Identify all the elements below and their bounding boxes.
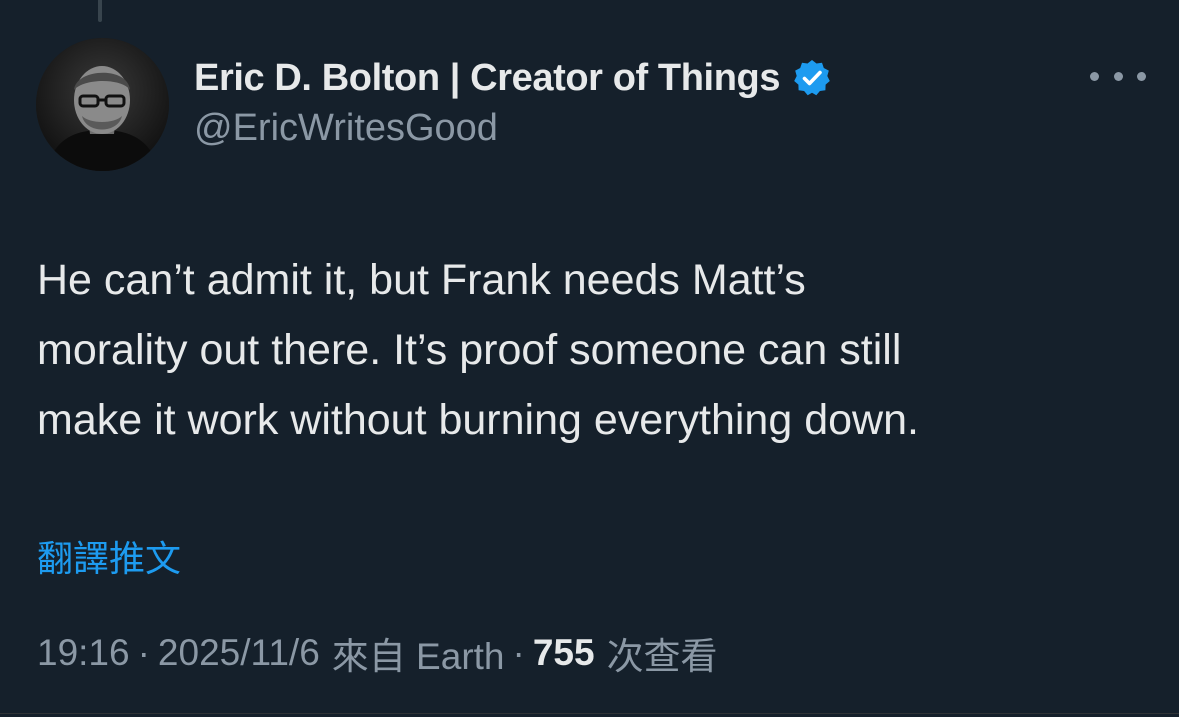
profile-photo-icon bbox=[36, 38, 169, 171]
thread-connector-line bbox=[98, 0, 102, 22]
verified-badge-icon bbox=[792, 58, 832, 98]
more-dot bbox=[1137, 71, 1146, 81]
tweet-text-line: He can’t admit it, but Frank needs Matt’… bbox=[37, 256, 806, 304]
more-dot bbox=[1113, 71, 1123, 81]
views-label: 次查看 bbox=[606, 636, 718, 677]
author-display-name[interactable]: Eric D. Bolton | Creator of Things bbox=[194, 57, 780, 100]
divider bbox=[0, 713, 1179, 714]
views-count[interactable]: 755 bbox=[533, 632, 595, 674]
tweet-time[interactable]: 19:16 bbox=[37, 632, 130, 674]
tweet-text-line: morality out there. It’s proof someone c… bbox=[37, 326, 902, 374]
translate-tweet-link[interactable]: 翻譯推文 bbox=[37, 530, 181, 582]
tweet-detail: Eric D. Bolton | Creator of Things @Eric… bbox=[0, 0, 1179, 717]
more-dot bbox=[1090, 71, 1099, 81]
tweet-text: He can’t admit it, but Frank needs Matt’… bbox=[37, 245, 1157, 455]
tweet-date[interactable]: 2025/11/6 bbox=[158, 632, 320, 674]
more-options-icon[interactable] bbox=[1090, 58, 1146, 94]
separator: · bbox=[137, 632, 150, 673]
tweet-source: 來自 Earth bbox=[331, 636, 505, 677]
author-handle[interactable]: @EricWritesGood bbox=[194, 107, 498, 150]
tweet-text-line: make it work without burning everything … bbox=[37, 396, 919, 444]
separator: · bbox=[512, 632, 525, 673]
author-name-row[interactable]: Eric D. Bolton | Creator of Things bbox=[194, 52, 832, 104]
avatar[interactable] bbox=[36, 38, 169, 171]
tweet-metadata: 19:16 · 2025/11/6 來自 Earth · 755 次查看 bbox=[37, 626, 718, 680]
